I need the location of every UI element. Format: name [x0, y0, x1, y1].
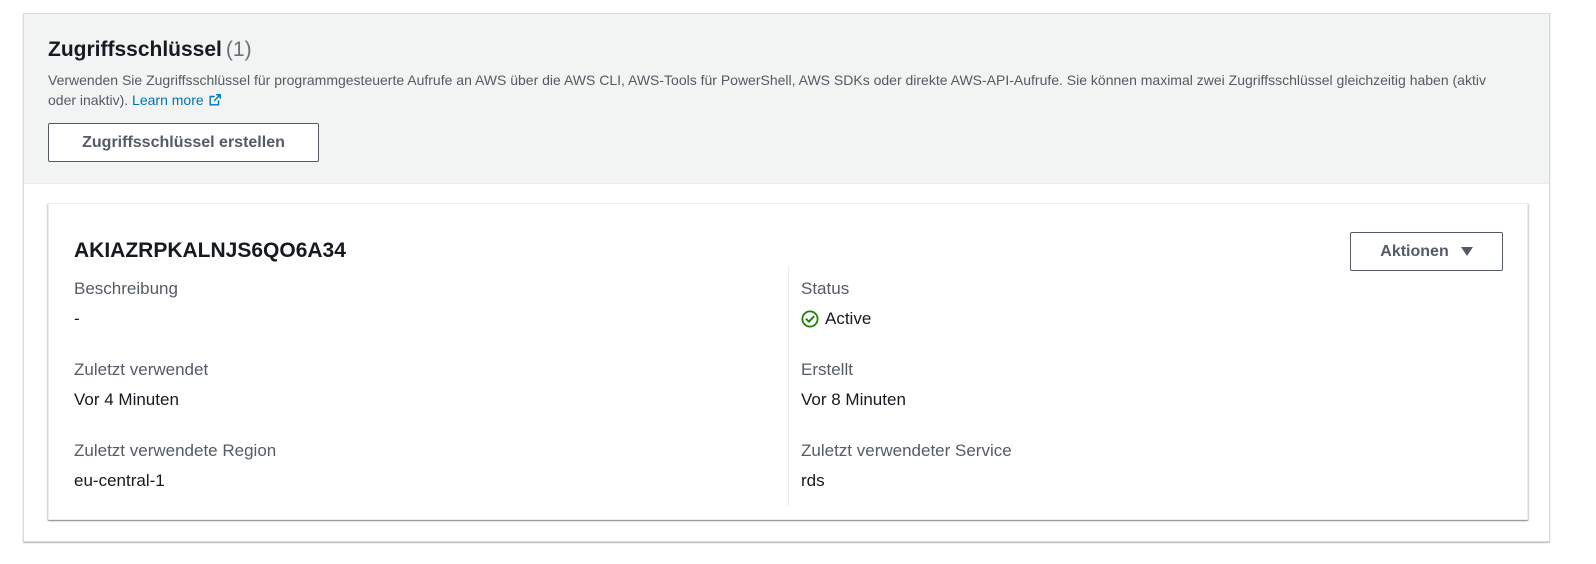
- description-text: Verwenden Sie Zugriffsschlüssel für prog…: [48, 72, 1486, 108]
- field-last-service: Zuletzt verwendeter Service rds: [801, 440, 1012, 492]
- access-key-id: AKIAZRPKALNJS6QO6A34: [74, 239, 346, 262]
- actions-dropdown-button[interactable]: Aktionen: [1350, 232, 1503, 271]
- check-circle-icon: [801, 310, 819, 328]
- field-value: rds: [801, 471, 825, 490]
- create-access-key-button[interactable]: Zugriffsschlüssel erstellen: [48, 123, 319, 162]
- learn-more-label: Learn more: [132, 92, 204, 108]
- field-label: Zuletzt verwendeter Service: [801, 441, 1012, 460]
- caret-down-icon: [1460, 247, 1473, 256]
- section-description: Verwenden Sie Zugriffsschlüssel für prog…: [48, 70, 1508, 110]
- status-indicator: Active: [801, 308, 871, 330]
- panel-header: Zugriffsschlüssel (1) Verwenden Sie Zugri…: [24, 14, 1549, 184]
- field-value: eu-central-1: [74, 471, 165, 490]
- field-value: Vor 8 Minuten: [801, 390, 906, 409]
- field-label: Erstellt: [801, 360, 853, 379]
- section-title: Zugriffsschlüssel (1): [48, 36, 252, 64]
- field-value: Vor 4 Minuten: [74, 390, 179, 409]
- field-created: Erstellt Vor 8 Minuten: [801, 359, 906, 411]
- section-title-text: Zugriffsschlüssel: [48, 38, 222, 61]
- status-text: Active: [825, 309, 872, 328]
- access-key-card: AKIAZRPKALNJS6QO6A34 Aktionen Beschreibu…: [48, 203, 1528, 520]
- field-description: Beschreibung -: [74, 278, 178, 330]
- field-status: Status Active: [801, 278, 871, 330]
- field-value: -: [74, 309, 80, 328]
- actions-label: Aktionen: [1380, 242, 1449, 260]
- field-label: Zuletzt verwendet: [74, 360, 209, 379]
- access-keys-panel: Zugriffsschlüssel (1) Verwenden Sie Zugri…: [23, 13, 1550, 542]
- column-divider: [788, 266, 789, 506]
- field-last-region: Zuletzt verwendete Region eu-central-1: [74, 440, 276, 492]
- learn-more-link[interactable]: Learn more: [132, 92, 223, 108]
- key-count: (1): [225, 38, 252, 61]
- field-label: Zuletzt verwendete Region: [74, 441, 277, 460]
- external-link-icon: [209, 94, 221, 106]
- field-label: Beschreibung: [74, 279, 178, 298]
- field-label: Status: [801, 279, 850, 298]
- field-last-used: Zuletzt verwendet Vor 4 Minuten: [74, 359, 208, 411]
